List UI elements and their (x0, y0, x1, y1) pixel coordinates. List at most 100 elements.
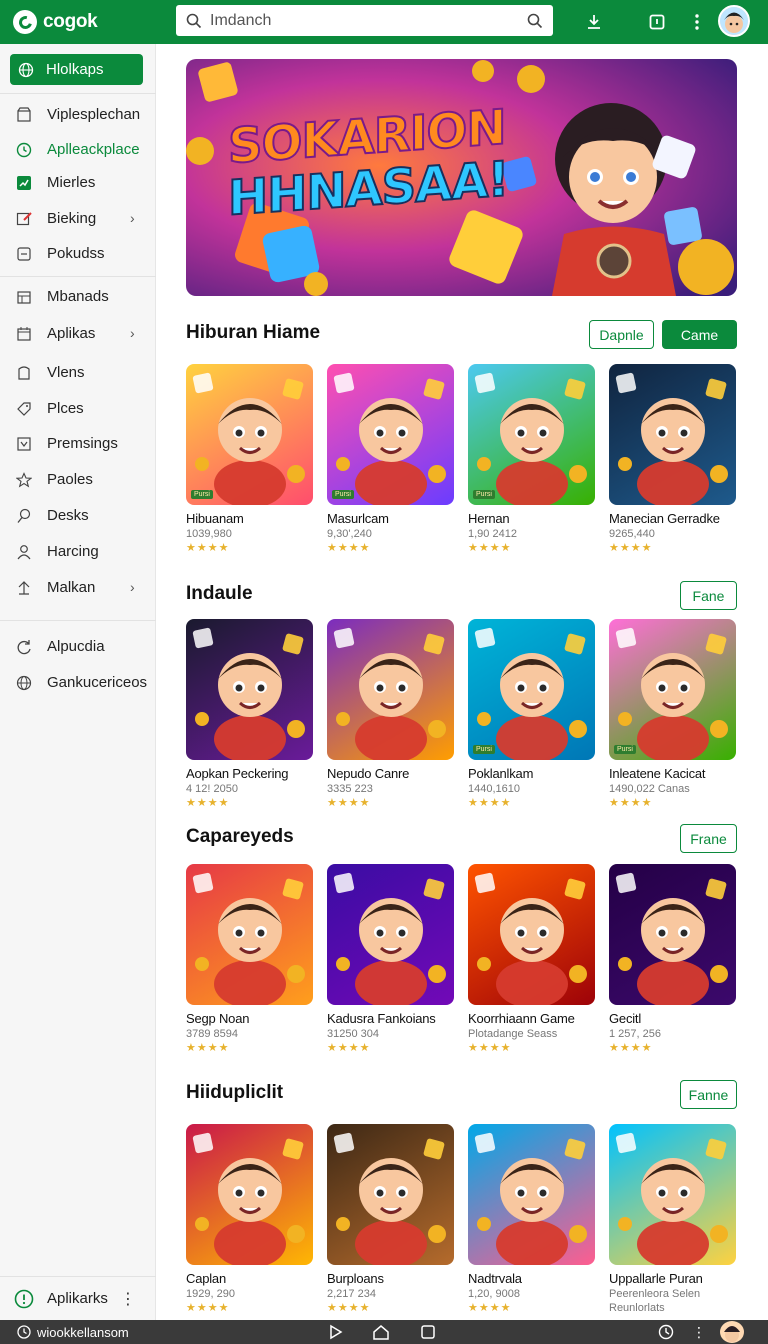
refresh-icon (17, 640, 31, 655)
game-card[interactable]: Kadusra Fankoians 31250 304 ★★★★ (327, 864, 455, 1054)
game-card[interactable]: Pursi Hernan 1,90 2412 ★★★★ (468, 364, 596, 554)
rating-stars: ★★★★ (609, 1042, 653, 1054)
sidebar-bottom-item[interactable]: Aplikarks ⋮ (0, 1276, 156, 1320)
more-icon[interactable]: ⋮ (120, 1289, 136, 1309)
game-title: Kadusra Fankoians (327, 1011, 436, 1026)
notification-icon[interactable] (645, 10, 669, 34)
sidebar-item[interactable]: Malkan › (0, 574, 156, 602)
app-logo[interactable]: cogok (13, 10, 173, 34)
game-card[interactable]: Pursi Poklanlkam 1440,1610 ★★★★ (468, 619, 596, 809)
sidebar-item[interactable]: Mbanads (0, 283, 156, 311)
section-button[interactable]: Dapnle (589, 320, 654, 349)
sidebar-item[interactable]: Aplikas › (0, 320, 156, 348)
game-meta: 1929, 290 (186, 1288, 235, 1300)
sidebar-item[interactable]: Premsings (0, 430, 156, 458)
user-avatar[interactable] (718, 5, 750, 37)
sidebar-item[interactable]: Alpucdia (0, 633, 156, 661)
bottom-status-bar: wiookkellansom ⋮ (0, 1320, 768, 1344)
search-input[interactable] (210, 11, 527, 30)
game-card[interactable]: Koorrhiaann Game Plotadange Seass ★★★★ (468, 864, 596, 1054)
thumbnail-badge: Pursi (332, 490, 354, 499)
game-card[interactable]: Nadtrvala 1,20, 9008 ★★★★ (468, 1124, 596, 1314)
game-thumbnail[interactable] (609, 1124, 736, 1265)
download-icon[interactable] (582, 10, 606, 34)
sidebar-item[interactable]: Aplleackplace (0, 136, 156, 164)
section-button[interactable]: Frane (680, 824, 737, 853)
chevron-right-icon[interactable]: › (130, 210, 135, 226)
bottom-avatar[interactable] (720, 1321, 744, 1343)
user-icon (18, 366, 30, 380)
game-thumbnail[interactable] (609, 364, 736, 505)
game-title: Caplan (186, 1271, 226, 1286)
game-thumbnail[interactable] (468, 864, 595, 1005)
game-card[interactable]: Caplan 1929, 290 ★★★★ (186, 1124, 314, 1314)
game-thumbnail[interactable] (186, 1124, 313, 1265)
home-icon[interactable] (372, 1324, 390, 1343)
tabs-icon[interactable] (420, 1324, 436, 1343)
sidebar-item[interactable]: Plces (0, 395, 156, 423)
game-meta: 1,90 2412 (468, 528, 517, 540)
game-thumbnail[interactable] (327, 864, 454, 1005)
sidebar-item-label: Malkan (47, 579, 96, 596)
game-card[interactable]: Pursi Hibuanam 1039,980 ★★★★ (186, 364, 314, 554)
game-thumbnail[interactable]: Pursi (468, 619, 595, 760)
sidebar-item[interactable]: Mierles (0, 169, 156, 197)
sidebar-item[interactable]: Gankucericeos (0, 669, 156, 697)
game-card[interactable]: Uppallarle Puran Peerenleora Selen Reunl… (609, 1124, 737, 1314)
game-thumbnail[interactable] (327, 619, 454, 760)
game-card[interactable]: Burploans 2,217 234 ★★★★ (327, 1124, 455, 1314)
upload-icon (18, 581, 30, 595)
golden-bear-icon (615, 372, 728, 505)
game-card[interactable]: Segp Noan 3789 8594 ★★★★ (186, 864, 314, 1054)
sidebar-item[interactable]: Paoles (0, 466, 156, 494)
game-thumbnail[interactable] (327, 1124, 454, 1265)
chevron-right-icon[interactable]: › (130, 325, 135, 341)
game-card[interactable]: Manecian Gerradke 9265,440 ★★★★ (609, 364, 737, 554)
cowboy-boy-icon (192, 372, 305, 505)
hero-banner[interactable]: SOKARION HHNASAA! (186, 59, 737, 296)
chevron-right-icon[interactable]: › (130, 579, 135, 595)
game-meta: 2,217 234 (327, 1288, 376, 1300)
sidebar-item[interactable]: Vlens (0, 359, 156, 387)
globe-icon (16, 675, 32, 691)
section-button[interactable]: Came (662, 320, 737, 349)
search-bar[interactable] (176, 5, 553, 36)
top-bar: cogok (0, 0, 768, 44)
game-thumbnail[interactable]: Pursi (327, 364, 454, 505)
game-thumbnail[interactable]: Pursi (609, 619, 736, 760)
section-button[interactable]: Fanne (680, 1080, 737, 1109)
game-card[interactable]: Pursi Inleatene Kacicat 1490,022 Canas ★… (609, 619, 737, 809)
rating-stars: ★★★★ (468, 797, 512, 809)
sidebar-item[interactable]: Harcing (0, 538, 156, 566)
rating-stars: ★★★★ (468, 542, 512, 554)
game-thumbnail[interactable]: Pursi (186, 364, 313, 505)
game-meta: 9,30',240 (327, 528, 372, 540)
section-title: Hiburan Hiame (186, 322, 321, 343)
sidebar-item-active[interactable]: Hlolkaps (10, 54, 143, 85)
sidebar-item[interactable]: Pokudss (0, 240, 156, 268)
game-thumbnail[interactable] (186, 619, 313, 760)
game-card[interactable]: Nepudo Canre 3335 223 ★★★★ (327, 619, 455, 809)
game-card[interactable]: Pursi Masurlcam 9,30',240 ★★★★ (327, 364, 455, 554)
game-card[interactable]: Aopkan Peckering 4 12! 2050 ★★★★ (186, 619, 314, 809)
game-thumbnail[interactable] (186, 864, 313, 1005)
sidebar-item-label: Alpucdia (47, 638, 105, 655)
section-button[interactable]: Fane (680, 581, 737, 610)
sidebar-item[interactable]: Viplesplechan (0, 101, 156, 129)
game-thumbnail[interactable] (468, 1124, 595, 1265)
search-submit-icon[interactable] (527, 13, 543, 29)
more-vertical-icon[interactable]: ⋮ (692, 1324, 706, 1341)
game-thumbnail[interactable] (609, 864, 736, 1005)
sidebar-item[interactable]: Desks (0, 502, 156, 530)
game-meta: 3335 223 (327, 783, 373, 795)
play-icon[interactable] (328, 1324, 344, 1343)
more-vertical-icon[interactable] (685, 10, 709, 34)
game-title: Nepudo Canre (327, 766, 410, 781)
thumbnail-badge: Pursi (473, 745, 495, 754)
game-thumbnail[interactable]: Pursi (468, 364, 595, 505)
sidebar-item[interactable]: Bieking › (0, 205, 156, 233)
clock-icon[interactable] (658, 1324, 674, 1343)
sidebar-item-label: Mierles (47, 174, 96, 191)
game-card[interactable]: Gecitl 1 257, 256 ★★★★ (609, 864, 737, 1054)
game-meta: 31250 304 (327, 1028, 379, 1040)
